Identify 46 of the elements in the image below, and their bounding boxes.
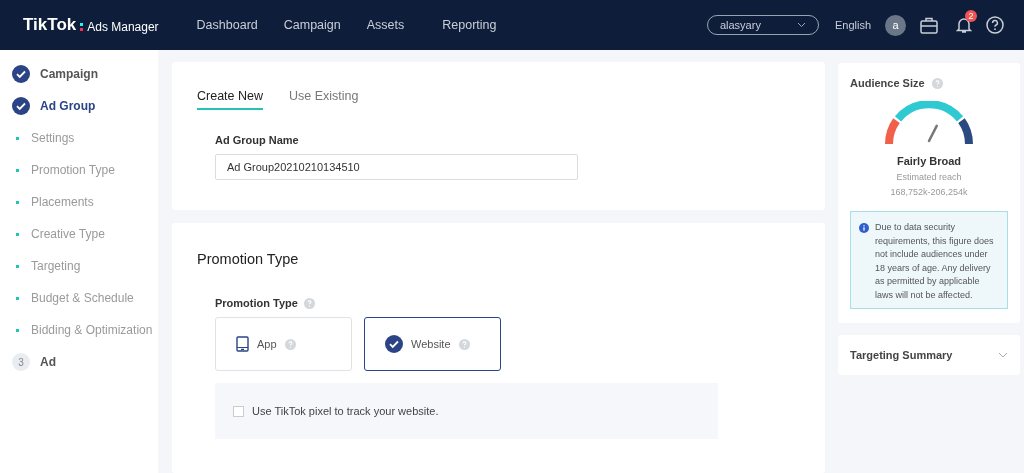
tablet-icon (236, 336, 249, 352)
avatar[interactable]: a (885, 14, 906, 36)
check-icon (12, 97, 30, 115)
bullet-icon (16, 200, 19, 204)
step-link[interactable]: Campaign (40, 67, 98, 81)
language-link[interactable]: English (834, 19, 871, 31)
promotion-option[interactable]: Website (364, 317, 501, 371)
check-icon (385, 335, 403, 353)
field-label: Promotion Type (215, 297, 298, 309)
info-icon (859, 223, 869, 233)
step-number: 3 (12, 353, 30, 371)
logo-colon-icon (80, 22, 84, 31)
notification-badge: 2 (965, 10, 977, 22)
step-link[interactable]: Ad (40, 355, 56, 369)
notice-text: Due to data security requirements, this figure does not include audiences under 18 years of age. Any delivery as permitted by applicable laws will not be affected. (875, 221, 995, 302)
nav-link[interactable]: Campaign (283, 18, 341, 32)
card-title: Targeting Summary (850, 349, 953, 361)
checkbox-label: Use TikTok pixel to track your website. (252, 405, 439, 417)
briefcase-icon[interactable] (920, 16, 938, 34)
help-icon[interactable] (986, 16, 1004, 34)
tab[interactable]: Create New (197, 88, 263, 110)
audience-verdict: Fairly Broad (895, 155, 963, 167)
card-title: Audience Size (850, 77, 925, 89)
check-icon (12, 65, 30, 83)
bullet-icon (16, 136, 19, 140)
bullet-icon (16, 264, 19, 268)
bullet-icon (16, 328, 19, 332)
targeting-summary-panel[interactable]: Targeting Summary (838, 335, 1020, 375)
nav-link[interactable]: Reporting (442, 18, 497, 32)
nav-link[interactable]: Dashboard (196, 18, 258, 32)
ad-group-name-field[interactable]: Ad Group20210210134510 (215, 154, 578, 180)
tab[interactable]: Use Existing (289, 88, 359, 110)
field-label: Ad Group Name (215, 134, 299, 146)
bullet-icon (16, 168, 19, 172)
checkbox[interactable] (233, 405, 244, 417)
bullet-icon (16, 296, 19, 300)
nav-link[interactable]: Assets (366, 18, 405, 32)
reach-value: 168,752k-206,254k (889, 187, 969, 197)
section-title: Promotion Type (197, 250, 300, 267)
reach-label: Estimated reach (895, 172, 963, 182)
logo-text: TikTok (23, 15, 77, 35)
step-link[interactable]: Ad Group (40, 99, 96, 113)
chevron-down-icon (796, 22, 806, 28)
promotion-option[interactable]: App (215, 317, 352, 371)
bullet-icon (16, 232, 19, 236)
logo-subtitle: Ads Manager (87, 19, 159, 34)
